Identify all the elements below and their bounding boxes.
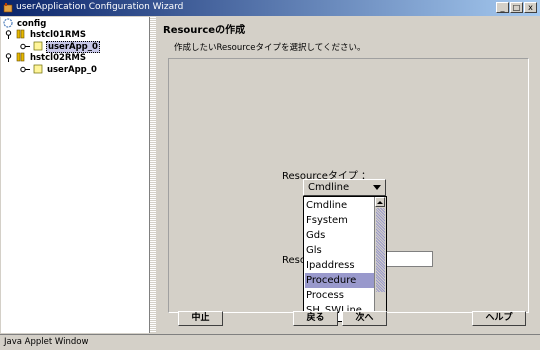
expand-handle-icon[interactable]: [20, 65, 30, 74]
resource-type-value: Cmdline: [308, 182, 350, 193]
main-pane: Resourceの作成 作成したいResourceタイプを選択してください。 R…: [157, 17, 537, 333]
page-title: Resourceの作成: [163, 25, 246, 36]
scrollbar-thumb[interactable]: [376, 208, 385, 292]
resource-type-combobox[interactable]: Cmdline: [303, 179, 386, 196]
back-button[interactable]: 戻る: [293, 311, 338, 326]
scroll-up-arrow-icon[interactable]: [375, 197, 385, 207]
next-button[interactable]: 次へ: [342, 311, 387, 326]
resource-tree[interactable]: config hstcl01RMS userApp_0 hstcl02RMS u…: [1, 17, 150, 333]
dropdown-option[interactable]: Gls: [305, 243, 376, 258]
userapp-icon: [33, 64, 43, 74]
dropdown-option[interactable]: Fsystem: [305, 213, 376, 228]
title-bar[interactable]: userApplication Configuration Wizard _ □…: [0, 0, 540, 16]
dropdown-option-highlighted[interactable]: Procedure: [305, 273, 376, 288]
tree-node-label: hstcl01RMS: [29, 29, 87, 40]
dropdown-option[interactable]: Ipaddress: [305, 258, 376, 273]
cancel-button[interactable]: 中止: [178, 311, 223, 326]
close-button[interactable]: x: [524, 2, 537, 13]
tree-node-label: config: [16, 18, 47, 29]
expand-handle-icon[interactable]: [4, 52, 13, 62]
expand-handle-icon[interactable]: [4, 29, 13, 39]
config-icon: [3, 18, 13, 28]
expand-handle-icon[interactable]: [20, 42, 30, 51]
pane-splitter[interactable]: [150, 17, 156, 333]
dropdown-option[interactable]: Cmdline: [305, 198, 376, 213]
dropdown-scrollbar[interactable]: [374, 197, 386, 321]
minimize-button[interactable]: _: [496, 2, 509, 13]
tree-node-host-2[interactable]: hstcl02RMS: [4, 52, 87, 63]
tree-node-host-1[interactable]: hstcl01RMS: [4, 29, 87, 40]
userapp-icon: [33, 41, 43, 51]
window-title: userApplication Configuration Wizard: [16, 2, 184, 12]
help-button[interactable]: ヘルプ: [472, 311, 526, 326]
wizard-window: userApplication Configuration Wizard _ □…: [0, 0, 540, 350]
tree-node-label: hstcl02RMS: [29, 52, 87, 63]
resource-name-input[interactable]: [379, 251, 433, 267]
tree-node-config[interactable]: config: [3, 18, 47, 29]
server-icon: [16, 29, 25, 39]
dropdown-option[interactable]: Gds: [305, 228, 376, 243]
status-bar: Java Applet Window: [0, 334, 540, 350]
java-app-icon: [3, 3, 13, 13]
tree-node-userapp-1[interactable]: userApp_0: [20, 40, 100, 53]
status-text: Java Applet Window: [4, 337, 89, 347]
maximize-button[interactable]: □: [510, 2, 523, 13]
resource-type-dropdown-list[interactable]: Cmdline Fsystem Gds Gls Ipaddress Proced…: [303, 196, 387, 322]
tree-node-userapp-2[interactable]: userApp_0: [20, 64, 98, 75]
chevron-down-icon[interactable]: [373, 185, 381, 190]
tree-node-label: userApp_0: [46, 64, 97, 75]
dropdown-option[interactable]: Process: [305, 288, 376, 303]
content-panel: Resourceタイプ ： Cmdline Reso Cmdline Fsyst…: [168, 58, 529, 322]
page-instruction: 作成したいResourceタイプを選択してください。: [174, 43, 366, 53]
tree-node-label: userApp_0: [45, 40, 100, 53]
server-icon: [16, 52, 25, 62]
